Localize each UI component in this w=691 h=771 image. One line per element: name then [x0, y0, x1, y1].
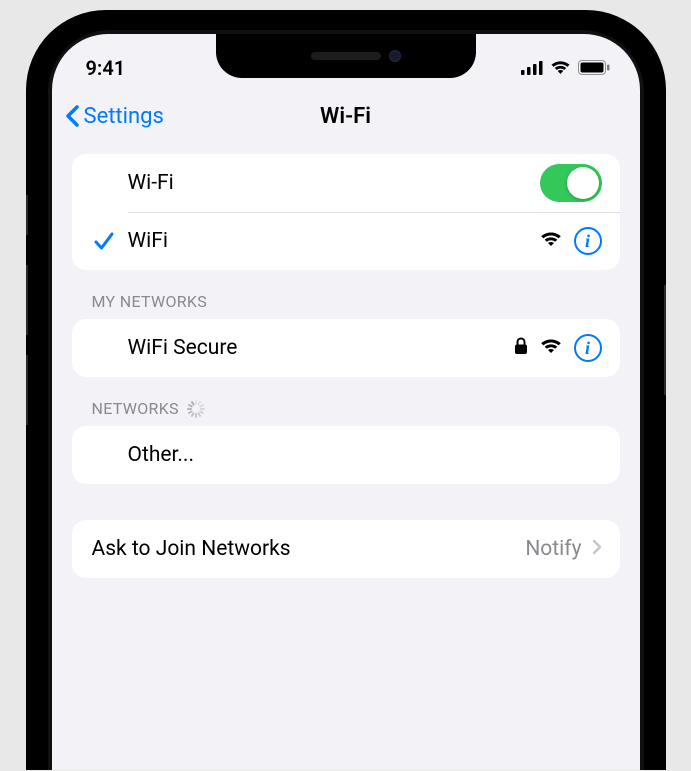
connected-network-row[interactable]: WiFi i: [72, 212, 620, 270]
ask-join-group: Ask to Join Networks Notify: [72, 520, 620, 578]
wifi-toggle[interactable]: [540, 164, 602, 202]
front-camera: [389, 50, 401, 62]
device-frame: 9:41: [26, 10, 666, 770]
screen: 9:41: [52, 34, 640, 770]
connected-network-name: WiFi: [128, 229, 540, 253]
other-network-row[interactable]: Other...: [72, 426, 620, 484]
chevron-left-icon: [64, 104, 80, 128]
wifi-toggle-label: Wi-Fi: [128, 171, 540, 195]
toggle-knob: [567, 167, 599, 199]
network-name: WiFi Secure: [128, 336, 514, 360]
back-label: Settings: [84, 104, 164, 129]
power-button: [664, 285, 666, 395]
chevron-right-icon: [592, 539, 602, 559]
wifi-signal-icon: [540, 231, 562, 251]
page-title: Wi-Fi: [320, 104, 371, 129]
speaker-grille: [311, 52, 381, 60]
networks-group: Other...: [72, 426, 620, 484]
nav-bar: Settings Wi-Fi: [52, 88, 640, 144]
wifi-status-icon: [550, 56, 571, 80]
ask-join-row[interactable]: Ask to Join Networks Notify: [72, 520, 620, 578]
my-networks-header: MY NETWORKS: [72, 292, 620, 319]
other-label: Other...: [128, 443, 602, 467]
my-networks-group: WiFi Secure: [72, 319, 620, 377]
status-time: 9:41: [86, 56, 126, 80]
loading-spinner-icon: [187, 400, 205, 418]
mute-switch: [26, 195, 28, 235]
wifi-main-group: Wi-Fi WiFi: [72, 154, 620, 270]
volume-down-button: [26, 355, 28, 425]
checkmark-icon: [90, 230, 118, 252]
info-button[interactable]: i: [574, 227, 602, 255]
ask-join-value: Notify: [525, 537, 581, 561]
lock-icon: [514, 337, 528, 359]
battery-icon: [578, 56, 610, 80]
notch: [216, 34, 476, 78]
volume-up-button: [26, 265, 28, 335]
wifi-signal-icon: [540, 338, 562, 358]
ask-join-label: Ask to Join Networks: [92, 537, 526, 561]
back-button[interactable]: Settings: [64, 104, 164, 129]
wifi-toggle-row: Wi-Fi: [72, 154, 620, 212]
info-button[interactable]: i: [574, 334, 602, 362]
cellular-signal-icon: [521, 56, 543, 80]
networks-header-label: NETWORKS: [92, 399, 179, 418]
network-row[interactable]: WiFi Secure: [72, 319, 620, 377]
networks-header: NETWORKS: [72, 399, 620, 426]
